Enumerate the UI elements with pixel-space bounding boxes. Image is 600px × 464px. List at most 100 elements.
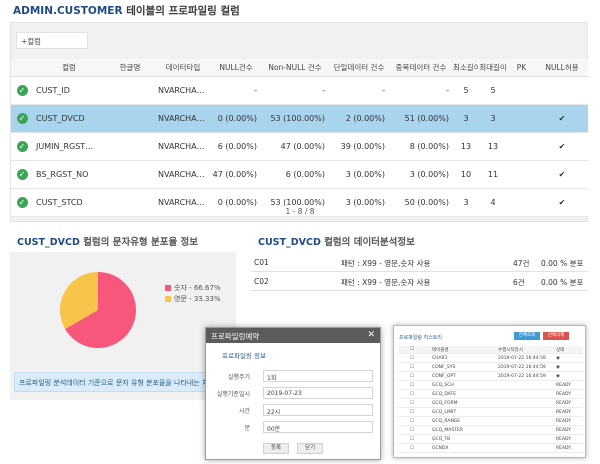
checkbox-icon[interactable]: ☐ xyxy=(410,374,414,379)
column-header[interactable]: 최대길이 xyxy=(479,59,507,77)
column-header[interactable]: PK xyxy=(507,59,536,77)
history-row[interactable]: ☐ GCQ_FORM READY xyxy=(398,400,583,408)
field-input[interactable]: 22시 xyxy=(263,404,373,416)
column-header[interactable]: 한글명 xyxy=(105,59,155,77)
column-header[interactable]: NULL건수 xyxy=(211,59,261,77)
cell-dup: 3 (0.00%) xyxy=(389,160,453,189)
cell-dup: 51 (0.00%) xyxy=(389,104,453,133)
cell-min: 3 xyxy=(453,104,479,133)
checkbox-icon[interactable]: ☐ xyxy=(410,392,414,397)
field-input[interactable]: 00분 xyxy=(263,421,373,433)
status-cell: ✓ xyxy=(11,160,33,189)
cell-single: - xyxy=(329,76,389,105)
column-header[interactable]: 단일데이터 건수 xyxy=(329,59,389,77)
table-row[interactable]: ✓ CUST_ID NVARCHA… - - - -5 5 xyxy=(11,76,588,105)
column-filter-input[interactable]: +컬럼 xyxy=(16,32,88,49)
table-row[interactable]: ✓ BS_RGST_NO NVARCHA… 47 (0.00%) 6 (0.00%) 3 … xyxy=(11,160,588,189)
cell-name: CUST_DVCD xyxy=(33,104,105,133)
column-header[interactable]: Non-NULL 건수 xyxy=(261,59,329,77)
cell-single: 3 (0.00%) xyxy=(329,160,389,189)
cell-pk xyxy=(507,160,536,189)
column-header[interactable]: 최소길이 xyxy=(453,59,479,77)
history-row[interactable]: ☐ CONF_OPT 2019-07-22 16:44:59 ◉ xyxy=(398,373,583,381)
column-header[interactable]: 컬럼 xyxy=(33,59,105,77)
type-distribution-pie xyxy=(59,272,136,348)
cell-type: NVARCHA… xyxy=(155,104,211,133)
field-label: 실행주기 xyxy=(227,374,250,381)
cell-null: 0 (0.00%) xyxy=(211,104,261,133)
checkbox-icon[interactable]: ☐ xyxy=(410,410,414,415)
cell-null: 6 (0.00%) xyxy=(211,132,261,161)
cell-dup: - xyxy=(389,76,453,105)
analysis-row: C02 패턴 : X99 - 영문,숫자 사용 6건 0.00 % 분포 xyxy=(251,272,588,291)
history-row[interactable]: ☐ GCQ_LIMIT READY xyxy=(398,409,583,417)
header-table-name: 테이블명 xyxy=(432,348,449,353)
history-row[interactable]: ☐ GCQ_TB READY xyxy=(398,436,583,444)
close-button[interactable]: 닫기 xyxy=(297,443,323,454)
legend-swatch xyxy=(165,285,171,291)
profiling-screen: ADMIN.CUSTOMER 테이블의 프로파일링 컬럼 +컬럼 컬럼 한글명 데이… xyxy=(0,0,600,464)
history-row[interactable]: ☐ CONF_SYS 2019-07-22 16:44:59 ◉ xyxy=(398,364,583,372)
checkbox-icon[interactable]: ☐ xyxy=(410,428,414,433)
status-cell: ✓ xyxy=(11,104,33,133)
column-header[interactable] xyxy=(11,59,33,77)
history-row[interactable]: ☐ GCNDX READY xyxy=(398,445,583,453)
cell-max: 11 xyxy=(479,160,507,189)
cell-nonnull: 47 (0.00%) xyxy=(261,132,329,161)
checkbox-icon[interactable]: ☐ xyxy=(410,347,414,352)
check-circle-icon: ✓ xyxy=(16,84,28,96)
cell-nullable: ✔ xyxy=(536,132,588,161)
table-row[interactable]: ✓ CUST_DVCD NVARCHA… 0 (0.00%) 53 (100.00%) 2… xyxy=(11,104,588,133)
close-icon[interactable]: ✕ xyxy=(367,330,375,340)
legend-item: 영문 - 33.33% xyxy=(165,294,221,304)
history-header-row: ☐ 테이블명 수행시작일시 상태 xyxy=(398,346,583,354)
cell-type: NVARCHA… xyxy=(155,132,211,161)
schedule-dialog-title: 프로파일링예약 xyxy=(206,328,380,343)
history-row[interactable]: ☐ GCQ_DATE READY xyxy=(398,391,583,399)
schedule-field: 실행기준일시 2019-07-23 xyxy=(216,387,374,399)
cell-korean-name xyxy=(105,76,155,105)
history-dialog: 프로파일링 히스토리 전체조회 선택삭제 ☐ 테이블명 수행시작일시 상태 ☐ C… xyxy=(393,325,586,458)
checkbox-icon[interactable]: ☐ xyxy=(410,401,414,406)
table-row[interactable]: ✓ JUMIN_RGST… NVARCHA… 6 (0.00%) 47 (0.00%) 3… xyxy=(11,132,588,161)
cell-type: NVARCHA… xyxy=(155,160,211,189)
delete-selected-button[interactable]: 선택삭제 xyxy=(543,332,569,340)
checkbox-icon[interactable]: ☐ xyxy=(410,437,414,442)
header-status: 상태 xyxy=(556,348,565,353)
cell-nonnull: 6 (0.00%) xyxy=(261,160,329,189)
field-label: 실행기준일시 xyxy=(216,391,250,398)
cell-single: 2 (0.00%) xyxy=(329,104,389,133)
cell-single: 39 (0.00%) xyxy=(329,132,389,161)
cell-type: NVARCHA… xyxy=(155,76,211,105)
page-title: ADMIN.CUSTOMER 테이블의 프로파일링 컬럼 xyxy=(13,5,240,17)
cell-nullable: ✔ xyxy=(536,104,588,133)
history-row[interactable]: ☐ GCQ_SCH READY xyxy=(398,382,583,390)
cell-min: 5 xyxy=(453,76,479,105)
analysis-row: C01 패턴 : X99 - 영문,숫자 사용 47건 0.00 % 분포 xyxy=(251,253,588,272)
cell-null: 47 (0.00%) xyxy=(211,160,261,189)
column-header[interactable]: NULL허용 xyxy=(536,59,588,77)
checkbox-icon[interactable]: ☐ xyxy=(410,383,414,388)
history-row[interactable]: ☐ GCQ_MASTER READY xyxy=(398,427,583,435)
legend-item: 숫자 - 66.67% xyxy=(165,283,221,293)
column-header[interactable]: 중복데이터 건수 xyxy=(389,59,453,77)
field-input[interactable]: 2019-07-23 xyxy=(263,387,373,399)
check-circle-icon: ✓ xyxy=(16,196,28,208)
cell-min: 13 xyxy=(453,132,479,161)
field-input[interactable]: 1회 xyxy=(263,370,373,382)
view-all-button[interactable]: 전체조회 xyxy=(514,332,540,340)
column-header[interactable]: 데이터타입 xyxy=(155,59,211,77)
schedule-field: 분 00분 xyxy=(216,421,374,433)
cell-pk xyxy=(507,104,536,133)
register-button[interactable]: 등록 xyxy=(263,443,289,454)
cell-korean-name xyxy=(105,104,155,133)
status-cell: ✓ xyxy=(11,132,33,161)
checkbox-icon[interactable]: ☐ xyxy=(410,356,414,361)
cell-pk xyxy=(507,132,536,161)
history-row[interactable]: ☐ GCQ_RANGE READY xyxy=(398,418,583,426)
checkbox-icon[interactable]: ☐ xyxy=(410,365,414,370)
history-row[interactable]: ☐ CHAR1 2019-07-22 16:44:59 ◉ xyxy=(398,355,583,363)
checkbox-icon[interactable]: ☐ xyxy=(410,446,414,451)
cell-nonnull: 53 (100.00%) xyxy=(261,104,329,133)
checkbox-icon[interactable]: ☐ xyxy=(410,419,414,424)
